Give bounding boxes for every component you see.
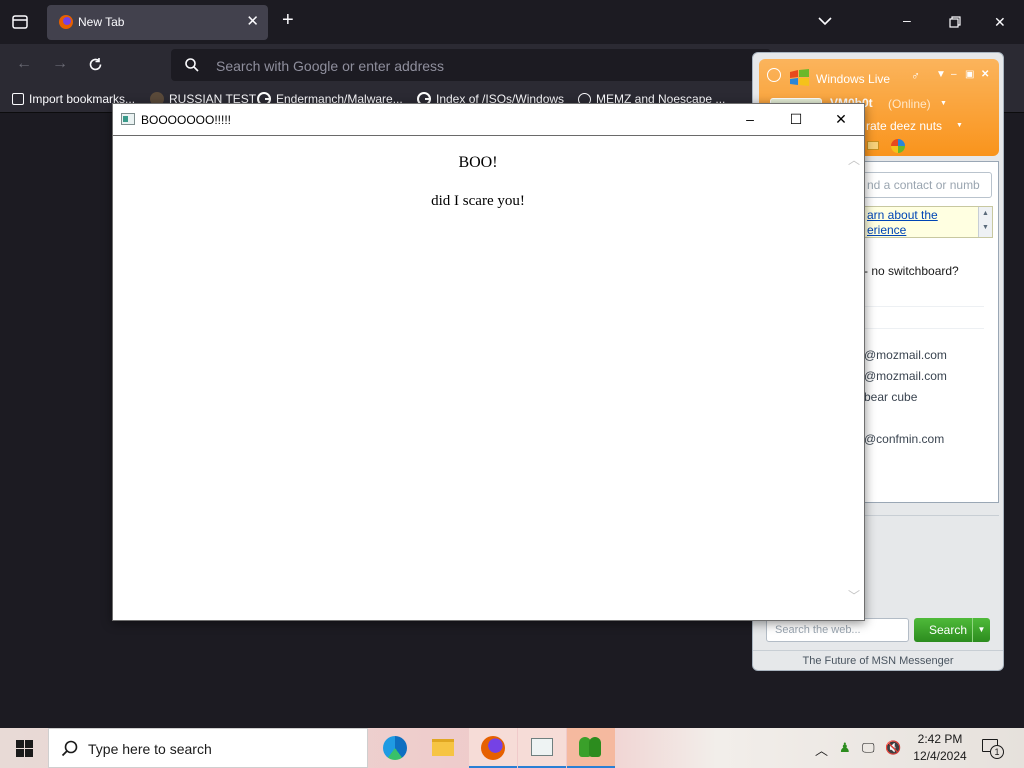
address-bar[interactable]: Search with Google or enter address [171, 49, 771, 81]
address-placeholder: Search with Google or enter address [216, 58, 445, 74]
dropdown-icon[interactable]: ▼ [936, 69, 946, 80]
contact-item[interactable]: @mozmail.com [864, 369, 947, 383]
maximize-icon[interactable]: ▣ [965, 69, 974, 80]
taskbar-edge[interactable] [370, 728, 418, 768]
start-button[interactable] [0, 728, 48, 768]
notification-center-button[interactable]: 1 [980, 739, 1004, 759]
info-bar: arn about the erience ▲ ▼ [862, 206, 993, 238]
minimize-icon[interactable]: – [903, 13, 911, 27]
window-title: BOOOOOOO!!!!! [141, 113, 232, 127]
taskbar-search-box[interactable]: Type here to search [48, 728, 368, 768]
signin-icon[interactable]: ♂ [911, 69, 920, 83]
contact-item[interactable]: @mozmail.com [864, 348, 947, 362]
web-search-input[interactable]: Search the web... [766, 618, 909, 642]
search-icon [61, 740, 78, 757]
list-all-tabs-icon[interactable] [818, 17, 832, 26]
search-icon [185, 58, 199, 72]
restore-icon[interactable] [949, 16, 961, 28]
status-dropdown-icon[interactable]: ▼ [940, 100, 947, 107]
close-window-icon[interactable]: ✕ [994, 15, 1006, 29]
status-label[interactable]: (Online) [888, 97, 931, 111]
close-tab-icon[interactable]: ✕ [246, 13, 259, 31]
message-dropdown-icon[interactable]: ▼ [956, 122, 963, 129]
tab-title: New Tab [78, 15, 125, 29]
messenger-footer: The Future of MSN Messenger [753, 650, 1003, 670]
minimize-button[interactable]: – [727, 104, 773, 135]
messenger-brand: Windows Live [816, 72, 891, 86]
close-icon[interactable]: ✕ [981, 69, 989, 80]
boo-heading: BOO! [458, 154, 498, 171]
network-icon[interactable]: 🖵 [862, 740, 875, 756]
contact-item[interactable]: @confmin.com [864, 432, 944, 446]
boo-content: BOO! did I scare you! ︿ ﹀ [113, 137, 864, 620]
tab-new-tab[interactable]: New Tab ✕ [47, 5, 268, 40]
messenger-menu-icon[interactable] [767, 68, 781, 82]
show-hidden-icons-icon[interactable]: ︿ [815, 740, 828, 759]
taskbar-boo-app[interactable] [518, 728, 566, 768]
import-icon [12, 93, 24, 105]
contact-item[interactable]: bear cube [864, 390, 917, 404]
contact-group[interactable]: - no switchboard? [864, 264, 959, 278]
back-icon[interactable]: ← [16, 56, 32, 72]
close-button[interactable]: ✕ [818, 104, 864, 135]
boo-window: BOOOOOOO!!!!! – ☐ ✕ BOO! did I scare you… [112, 103, 865, 621]
boo-message: did I scare you! [431, 193, 525, 209]
info-scrollbar[interactable]: ▲ ▼ [978, 207, 992, 237]
personal-message[interactable]: rate deez nuts [866, 119, 942, 133]
divider [864, 306, 984, 307]
mail-icon[interactable] [867, 141, 879, 150]
volume-muted-icon[interactable]: 🔇 [885, 740, 901, 756]
taskbar-firefox[interactable] [469, 728, 517, 768]
firefox-icon [481, 736, 505, 760]
browser-tab-bar: New Tab ✕ + – ✕ [0, 0, 1024, 44]
tab-list-icon[interactable] [12, 15, 28, 29]
windows-logo-icon [16, 740, 24, 748]
scroll-down-icon[interactable]: ﹀ [848, 587, 860, 604]
clock-time: 2:42 PM [917, 732, 963, 746]
forward-icon[interactable]: → [52, 56, 68, 72]
taskbar-clock[interactable]: 2:42 PM 12/4/2024 [908, 731, 972, 765]
taskbar-messenger[interactable] [567, 728, 615, 768]
boo-title-bar[interactable]: BOOOOOOO!!!!! – ☐ ✕ [113, 104, 864, 136]
clock-date: 12/4/2024 [913, 749, 967, 763]
scroll-up-icon[interactable]: ︿ [848, 151, 860, 168]
app-window-icon [531, 738, 553, 756]
msn-butterfly-icon[interactable] [891, 139, 905, 153]
reload-icon[interactable] [88, 57, 103, 72]
minimize-icon[interactable]: – [951, 69, 957, 80]
find-contact-input[interactable]: nd a contact or numb [862, 172, 992, 198]
messenger-tray-icon[interactable]: ♟ [839, 740, 851, 756]
taskbar-search-placeholder: Type here to search [88, 741, 212, 757]
divider [864, 328, 984, 329]
search-button[interactable]: Search ▼ [914, 618, 990, 642]
experience-link[interactable]: erience [867, 223, 906, 237]
taskbar-file-explorer[interactable] [419, 728, 467, 768]
maximize-button[interactable]: ☐ [773, 104, 819, 135]
new-tab-icon[interactable]: + [282, 10, 294, 30]
folder-icon [432, 739, 454, 756]
notification-badge: 1 [990, 745, 1004, 759]
taskbar: Type here to search ︿ ♟ 🖵 🔇 2:42 PM 12/4… [0, 728, 1024, 768]
edge-icon [383, 736, 407, 760]
windows-logo-icon [790, 69, 809, 86]
learn-more-link[interactable]: arn about the [867, 208, 938, 222]
search-dropdown-icon[interactable]: ▼ [972, 618, 990, 642]
app-icon [121, 113, 135, 125]
firefox-icon [59, 15, 73, 29]
